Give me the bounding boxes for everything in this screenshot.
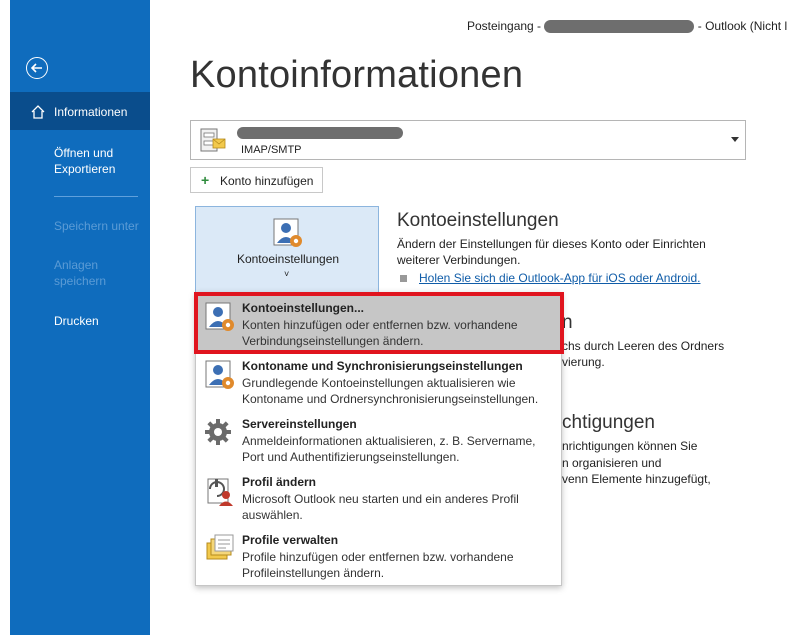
section-text-fragment: venn Elemente hinzugefügt, <box>562 472 711 486</box>
change-profile-icon <box>207 478 233 506</box>
account-settings-tile-label: Kontoeinstellungen <box>236 252 340 266</box>
sidebar-item-label: Öffnen und Exportieren <box>54 146 116 176</box>
bullet-icon <box>400 275 407 283</box>
menu-item-kontoname-sync[interactable]: Kontoname und Synchronisierungseinstellu… <box>196 353 561 411</box>
manage-profiles-icon <box>206 534 234 560</box>
menu-item-title: Servereinstellungen <box>242 417 357 431</box>
sidebar-item-label: Informationen <box>54 105 128 119</box>
outlook-app-link-text: Holen Sie sich die Outlook-App für iOS o… <box>419 271 701 285</box>
section-heading-fragment: chtigungen <box>562 412 655 433</box>
redacted-account-name <box>237 127 403 139</box>
account-name-sync-icon <box>205 360 234 389</box>
sidebar-divider <box>54 196 138 197</box>
back-button[interactable] <box>26 57 48 79</box>
section-text-fragment: n organisieren und <box>562 456 662 470</box>
section-heading: Kontoeinstellungen <box>397 210 559 231</box>
sidebar-item-informationen[interactable]: Informationen <box>10 92 150 130</box>
menu-item-description: Profile hinzufügen oder entfernen bzw. v… <box>242 550 514 580</box>
menu-item-title: Kontoname und Synchronisierungseinstellu… <box>242 359 523 373</box>
outlook-app-link[interactable]: Holen Sie sich die Outlook-App für iOS o… <box>400 271 700 285</box>
menu-item-profile-verwalten[interactable]: Profile verwalten Profile hinzufügen ode… <box>196 527 561 585</box>
redacted-account <box>544 20 695 34</box>
section-text-fragment: vierung. <box>562 355 605 369</box>
menu-item-title: Profil ändern <box>242 475 317 489</box>
sidebar-item-speichern-unter[interactable]: Speichern unter <box>10 218 150 234</box>
backstage-sidebar: Informationen Öffnen und Exportieren Spe… <box>0 0 150 635</box>
account-selector[interactable]: IMAP/SMTP <box>190 120 746 160</box>
section-text-fragment: chs durch Leeren des Ordners <box>562 339 725 353</box>
chevron-down-icon: ˅ <box>284 269 290 279</box>
chevron-down-icon <box>731 137 739 142</box>
sidebar-item-drucken[interactable]: Drucken <box>10 313 150 329</box>
menu-item-description: Grundlegende Kontoeinstellungen aktualis… <box>242 376 539 406</box>
sidebar-item-label: Speichern unter <box>54 219 139 233</box>
window-edge <box>0 0 10 635</box>
mail-account-icon <box>200 128 226 152</box>
account-settings-tile[interactable]: Kontoeinstellungen ˅ <box>195 206 379 294</box>
sidebar-item-label: Drucken <box>54 314 99 328</box>
arrow-left-icon <box>30 63 42 73</box>
home-icon <box>31 105 45 119</box>
sidebar-item-label: Anlagen speichern <box>54 258 107 288</box>
menu-item-title: Profile verwalten <box>242 533 339 547</box>
sidebar-item-oeffnen-exportieren[interactable]: Öffnen und Exportieren <box>10 145 150 177</box>
section-description: Ändern der Einstellungen für dieses Kont… <box>397 237 706 267</box>
menu-item-servereinstellungen[interactable]: Servereinstellungen Anmeldeinformationen… <box>196 411 561 469</box>
account-type: IMAP/SMTP <box>241 144 302 156</box>
account-settings-icon <box>273 218 302 247</box>
gear-icon <box>205 419 231 445</box>
menu-item-description: Anmeldeinformationen aktualisieren, z. B… <box>242 434 536 464</box>
section-text-fragment: nrichtigungen können Sie <box>562 439 698 453</box>
annotation-highlight <box>194 292 564 354</box>
page-title: Kontoinformationen <box>190 54 524 96</box>
add-account-button[interactable]: + Konto hinzufügen <box>190 167 323 193</box>
window-title: Posteingang - - Outlook (Nicht l <box>467 19 788 34</box>
menu-item-profil-aendern[interactable]: Profil ändern Microsoft Outlook neu star… <box>196 469 561 527</box>
title-prefix: Posteingang - <box>467 19 542 33</box>
title-suffix: - Outlook (Nicht l <box>697 19 788 33</box>
plus-icon: + <box>201 172 210 188</box>
add-account-label: Konto hinzufügen <box>220 174 314 188</box>
sidebar-item-anlagen-speichern[interactable]: Anlagen speichern <box>10 257 150 289</box>
menu-item-description: Microsoft Outlook neu starten und ein an… <box>242 492 519 522</box>
